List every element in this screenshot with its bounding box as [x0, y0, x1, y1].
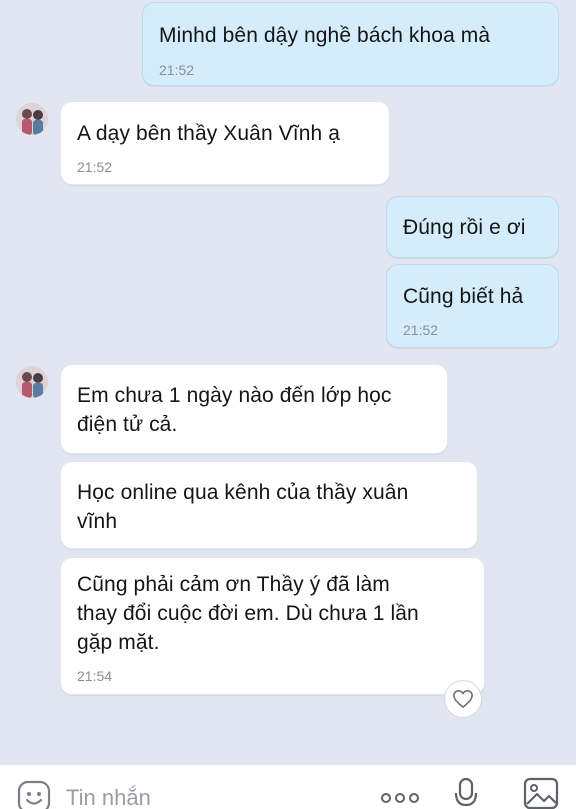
message-time: 21:54 [77, 668, 113, 684]
contact-avatar[interactable] [16, 366, 48, 398]
message-text: Học online qua kênh của thầy xuân vĩnh [77, 481, 409, 533]
message-time: 21:52 [77, 159, 113, 175]
message-bubble-incoming[interactable]: Em chưa 1 ngày nào đến lớp học điện tử c… [60, 364, 448, 454]
message-time: 21:52 [403, 322, 439, 338]
heart-reaction-button[interactable] [444, 680, 482, 718]
image-icon[interactable] [523, 777, 559, 809]
message-bubble-outgoing[interactable]: Đúng rồi e ơi [386, 196, 559, 258]
message-text: Em chưa 1 ngày nào đến lớp học điện tử c… [77, 384, 392, 436]
message-text: Cũng biết hả [403, 285, 524, 308]
emoji-icon[interactable] [16, 779, 52, 809]
contact-avatar[interactable] [16, 103, 48, 135]
message-bubble-incoming[interactable]: Cũng phải cảm ơn Thầy ý đã làm thay đổi … [60, 557, 485, 695]
message-bubble-incoming[interactable]: A dạy bên thầy Xuân Vĩnh ạ 21:52 [60, 101, 390, 185]
message-bubble-outgoing[interactable]: Cũng biết hả 21:52 [386, 264, 559, 348]
avatar-image [16, 103, 48, 135]
heart-icon [453, 690, 473, 708]
message-bubble-incoming[interactable]: Học online qua kênh của thầy xuân vĩnh [60, 461, 478, 549]
chat-thread[interactable]: Minhd bên dậy nghề bách khoa mà 21:52 A … [0, 0, 576, 760]
message-time: 21:52 [159, 62, 195, 78]
message-text: Đúng rồi e ơi [403, 216, 526, 239]
message-text: Minhd bên dậy nghề bách khoa mà [159, 24, 491, 47]
microphone-icon[interactable] [454, 777, 478, 809]
message-text: A dạy bên thầy Xuân Vĩnh ạ [77, 122, 340, 145]
more-dots-icon[interactable] [380, 791, 420, 809]
message-composer: Tin nhắn [0, 764, 576, 809]
avatar-image [16, 366, 48, 398]
message-bubble-outgoing[interactable]: Minhd bên dậy nghề bách khoa mà 21:52 [142, 2, 559, 86]
message-text: Cũng phải cảm ơn Thầy ý đã làm thay đổi … [77, 573, 419, 654]
message-input[interactable]: Tin nhắn [66, 785, 151, 809]
